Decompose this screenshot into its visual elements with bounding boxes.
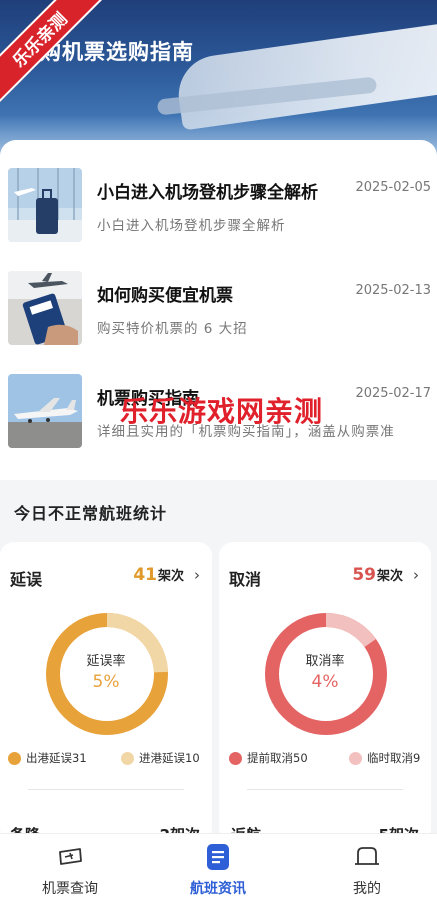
legend-swatch: [8, 751, 21, 765]
article-title: 小白进入机场登机步骤全解析: [97, 183, 318, 203]
legend-swatch: [349, 751, 362, 765]
tab-profile[interactable]: 我的: [297, 834, 437, 898]
delay-label: 延误: [10, 570, 43, 589]
delay-stat-card[interactable]: 延误 41架次 › 延误率 5% 出港延误31 进港延误10 备降 2架次: [0, 542, 212, 842]
delay-count: 41架次: [133, 565, 184, 585]
legend-item: 出港延误31: [8, 750, 87, 766]
delay-rate-value: 5%: [92, 672, 120, 692]
article-item[interactable]: 如何购买便宜机票 2025-02-13 购买特价机票的 6 大招: [0, 271, 437, 361]
article-thumbnail: [8, 168, 82, 242]
cancel-rate-value: 4%: [311, 672, 339, 692]
article-date: 2025-02-13: [355, 283, 431, 298]
article-summary: 小白进入机场登机步骤全解析: [97, 218, 286, 234]
legend-item: 临时取消9: [349, 750, 420, 766]
legend-item: 进港延误10: [121, 750, 200, 766]
tab-label: 航班资讯: [190, 881, 246, 897]
article-date: 2025-02-17: [355, 386, 431, 401]
cancel-stat-card[interactable]: 取消 59架次 › 取消率 4% 提前取消50 临时取消9 返航 5架次: [219, 542, 431, 842]
legend-item: 提前取消50: [229, 750, 308, 766]
delay-rate-label: 延误率: [86, 654, 126, 669]
guide-banner[interactable]: 购机票选购指南 乐乐亲测: [0, 0, 437, 155]
ticket-icon: [59, 848, 82, 865]
article-item[interactable]: 小白进入机场登机步骤全解析 2025-02-05 小白进入机场登机步骤全解析: [0, 168, 437, 258]
article-thumbnail: [8, 271, 82, 345]
tab-flight-news[interactable]: 航班资讯: [148, 834, 288, 898]
chevron-right-icon[interactable]: ›: [413, 566, 419, 584]
document-icon: [207, 844, 229, 870]
profile-icon: [355, 847, 379, 865]
bottom-navigation: 机票查询 航班资讯 我的: [0, 833, 437, 898]
airplane-wing-image: [173, 19, 437, 131]
cancel-count: 59架次: [352, 565, 403, 585]
article-summary: 购买特价机票的 6 大招: [97, 321, 248, 337]
legend-swatch: [229, 751, 242, 765]
tab-label: 我的: [353, 881, 381, 897]
divider: [28, 789, 184, 790]
legend-swatch: [121, 751, 134, 765]
divider: [247, 789, 403, 790]
article-date: 2025-02-05: [355, 180, 431, 195]
cancel-label: 取消: [229, 570, 262, 589]
article-title: 如何购买便宜机票: [97, 286, 233, 306]
section-title: 今日不正常航班统计: [14, 504, 168, 523]
cancel-rate-label: 取消率: [305, 654, 345, 669]
app-screen: 购机票选购指南 乐乐亲测 小白进入机场登机步骤全解析 2025-02-05 小白…: [0, 0, 437, 898]
watermark-text: 乐乐游戏网亲测: [120, 395, 324, 428]
tab-label: 机票查询: [42, 881, 98, 897]
article-thumbnail: [8, 374, 82, 448]
chevron-right-icon[interactable]: ›: [194, 566, 200, 584]
tab-ticket-search[interactable]: 机票查询: [0, 834, 140, 898]
